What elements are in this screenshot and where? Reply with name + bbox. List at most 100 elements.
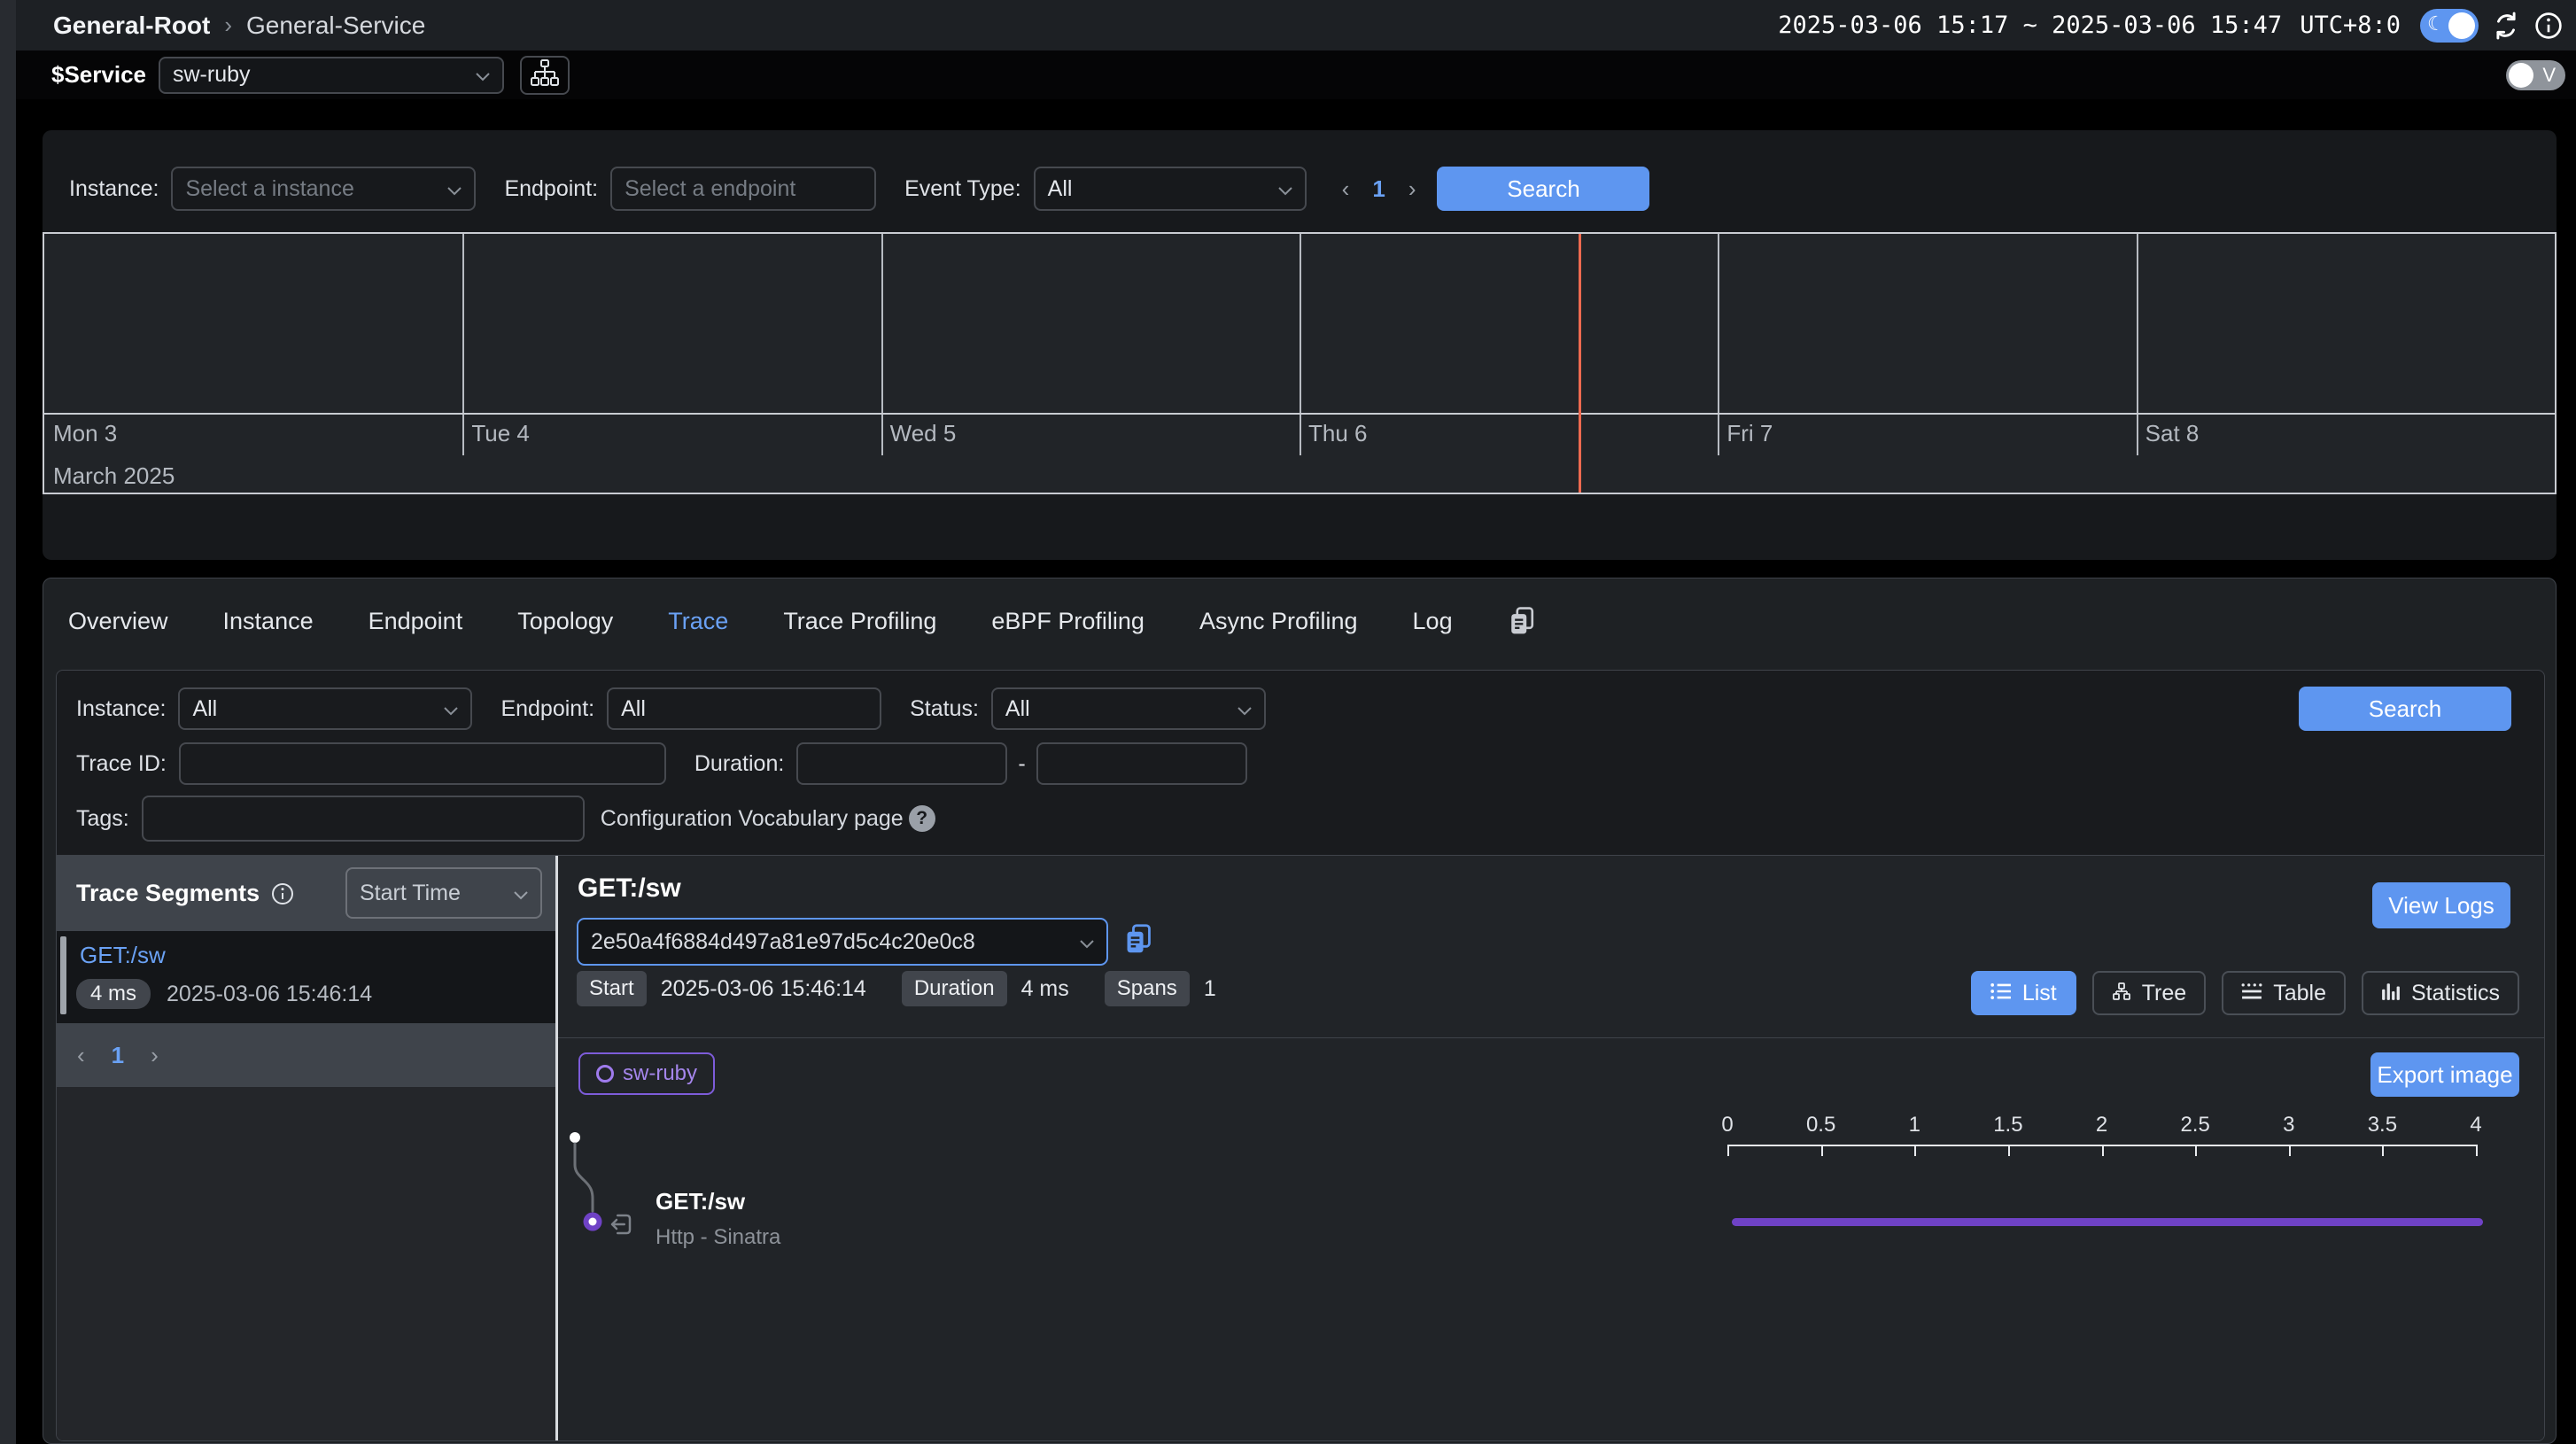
event-type-select[interactable]: All — [1034, 167, 1307, 211]
segment-endpoint[interactable]: GET:/sw — [80, 942, 166, 969]
vocabulary-link[interactable]: Configuration Vocabulary page — [601, 806, 904, 832]
collapsed-sidebar[interactable] — [0, 0, 16, 1444]
duration-min-input[interactable] — [796, 742, 1007, 785]
segments-sort-select[interactable]: Start Time — [345, 867, 542, 919]
statistics-view-button[interactable]: Statistics — [2362, 971, 2519, 1015]
trace-search-button[interactable]: Search — [2299, 687, 2511, 731]
info-icon[interactable] — [270, 881, 295, 906]
ruler-tick — [1727, 1145, 1729, 1156]
refresh-icon[interactable] — [2491, 11, 2521, 41]
ruler-tick — [2102, 1145, 2104, 1156]
export-image-button[interactable]: Export image — [2370, 1052, 2519, 1097]
tab-trace-profiling[interactable]: Trace Profiling — [783, 608, 936, 635]
next-page-icon[interactable]: › — [151, 1042, 159, 1069]
statistics-view-label: Statistics — [2411, 981, 2500, 1006]
tags-input[interactable] — [142, 796, 585, 842]
chevron-down-icon — [1238, 696, 1252, 722]
tab-log[interactable]: Log — [1413, 608, 1453, 635]
view-logs-button[interactable]: View Logs — [2372, 882, 2510, 928]
duration-separator: - — [1018, 751, 1025, 777]
ruler-tick-label: 1.5 — [1993, 1113, 2022, 1137]
trace-status-value: All — [1005, 696, 1030, 722]
event-search-button[interactable]: Search — [1437, 167, 1649, 211]
trace-meta-badges: Start 2025-03-06 15:46:14 Duration 4 ms … — [577, 971, 1216, 1006]
list-view-button[interactable]: List — [1971, 971, 2076, 1015]
chevron-down-icon — [447, 176, 462, 202]
trace-instance-value: All — [192, 696, 217, 722]
spans-badge: Spans — [1105, 971, 1190, 1006]
prev-page-icon[interactable]: ‹ — [77, 1042, 85, 1069]
chevron-down-icon — [444, 696, 458, 722]
instance-label: Instance: — [69, 176, 159, 202]
trace-endpoint-input[interactable]: All — [607, 687, 881, 730]
span-duration-bar[interactable] — [1732, 1218, 2483, 1226]
segment-item[interactable]: GET:/sw 4 ms 2025-03-06 15:46:14 — [57, 935, 555, 1020]
breadcrumb: General-Root › General-Service — [53, 12, 425, 40]
trace-status-select[interactable]: All — [991, 687, 1266, 730]
ruler-tick-label: 0.5 — [1806, 1113, 1835, 1137]
service-selector-bar: $Service sw-ruby V — [16, 50, 2576, 99]
tree-view-button[interactable]: Tree — [2092, 971, 2206, 1015]
tab-ebpf-profiling[interactable]: eBPF Profiling — [991, 608, 1144, 635]
chevron-down-icon — [476, 62, 490, 88]
event-filter-row: Instance: Select a instance Endpoint: Se… — [43, 167, 2557, 211]
trace-id-input[interactable] — [179, 742, 666, 785]
instance-select[interactable]: Select a instance — [171, 167, 476, 211]
segment-start-time: 2025-03-06 15:46:14 — [167, 982, 372, 1007]
table-view-button[interactable]: Table — [2222, 971, 2346, 1015]
tab-endpoint[interactable]: Endpoint — [369, 608, 463, 635]
service-tag[interactable]: sw-ruby — [578, 1052, 715, 1095]
next-page-icon[interactable]: › — [1408, 175, 1416, 203]
endpoint-input[interactable]: Select a endpoint — [610, 167, 876, 211]
trace-instance-select[interactable]: All — [178, 687, 472, 730]
tab-trace[interactable]: Trace — [668, 608, 728, 635]
day-gridline — [881, 234, 883, 455]
service-select[interactable]: sw-ruby — [159, 57, 504, 94]
duration-max-input[interactable] — [1036, 742, 1247, 785]
tags-label: Tags: — [76, 806, 129, 832]
version-toggle-label: V — [2542, 64, 2556, 87]
breadcrumb-root[interactable]: General-Root — [53, 12, 210, 40]
chevron-down-icon — [1080, 929, 1094, 955]
segments-sort-value: Start Time — [360, 881, 461, 906]
chevron-down-icon — [514, 881, 528, 906]
copy-dashboard-icon[interactable] — [1508, 606, 1536, 636]
service-label: $Service — [51, 61, 146, 89]
span-name[interactable]: GET:/sw — [656, 1188, 745, 1215]
dark-mode-toggle[interactable]: ☾ — [2420, 9, 2479, 43]
copy-trace-id-icon[interactable] — [1123, 923, 1153, 955]
endpoint-label: Endpoint: — [504, 176, 598, 202]
tab-topology[interactable]: Topology — [517, 608, 613, 635]
ruler-tick — [2289, 1145, 2291, 1156]
list-icon — [1990, 981, 2012, 1006]
current-time-marker — [1579, 234, 1581, 493]
event-timeline-chart[interactable]: Mon 3 Tue 4 Wed 5 Thu 6 Fri 7 Sat 8 Marc… — [43, 232, 2557, 494]
breadcrumb-current[interactable]: General-Service — [246, 12, 425, 40]
trace-id-select[interactable]: 2e50a4f6884d497a81e97d5c4c20e0c8 — [577, 918, 1108, 966]
trace-id-select-value: 2e50a4f6884d497a81e97d5c4c20e0c8 — [591, 929, 975, 955]
tab-overview[interactable]: Overview — [68, 608, 168, 635]
help-icon[interactable]: ? — [909, 805, 935, 832]
divider — [558, 1037, 2544, 1038]
spans-count: 1 — [1204, 976, 1216, 1002]
trace-title: GET:/sw — [578, 873, 681, 904]
top-bar-actions: 2025-03-06 15:17 ~ 2025-03-06 15:47 UTC+… — [1778, 9, 2564, 43]
time-range-picker[interactable]: 2025-03-06 15:17 ~ 2025-03-06 15:47 — [1778, 12, 2282, 39]
tab-async-profiling[interactable]: Async Profiling — [1199, 608, 1358, 635]
prev-page-icon[interactable]: ‹ — [1342, 175, 1350, 203]
page-number[interactable]: 1 — [1372, 175, 1385, 203]
trace-segments-title: Trace Segments — [76, 880, 260, 907]
tab-instance[interactable]: Instance — [223, 608, 314, 635]
day-gridline — [1300, 234, 1301, 455]
instance-select-placeholder: Select a instance — [185, 176, 353, 202]
trace-filter-row-2: Trace ID: Duration: - — [57, 742, 1247, 785]
page-number[interactable]: 1 — [112, 1042, 124, 1069]
ruler-tick — [2008, 1145, 2010, 1156]
ruler-tick — [1821, 1145, 1823, 1156]
segments-pager: ‹ 1 › — [57, 1023, 555, 1087]
service-topology-button[interactable] — [520, 56, 570, 95]
day-gridline — [2137, 234, 2138, 455]
version-toggle[interactable]: V — [2506, 60, 2565, 90]
trace-content-panel: Instance: All Endpoint: All Status: All — [56, 670, 2545, 1441]
info-icon[interactable] — [2533, 11, 2564, 41]
